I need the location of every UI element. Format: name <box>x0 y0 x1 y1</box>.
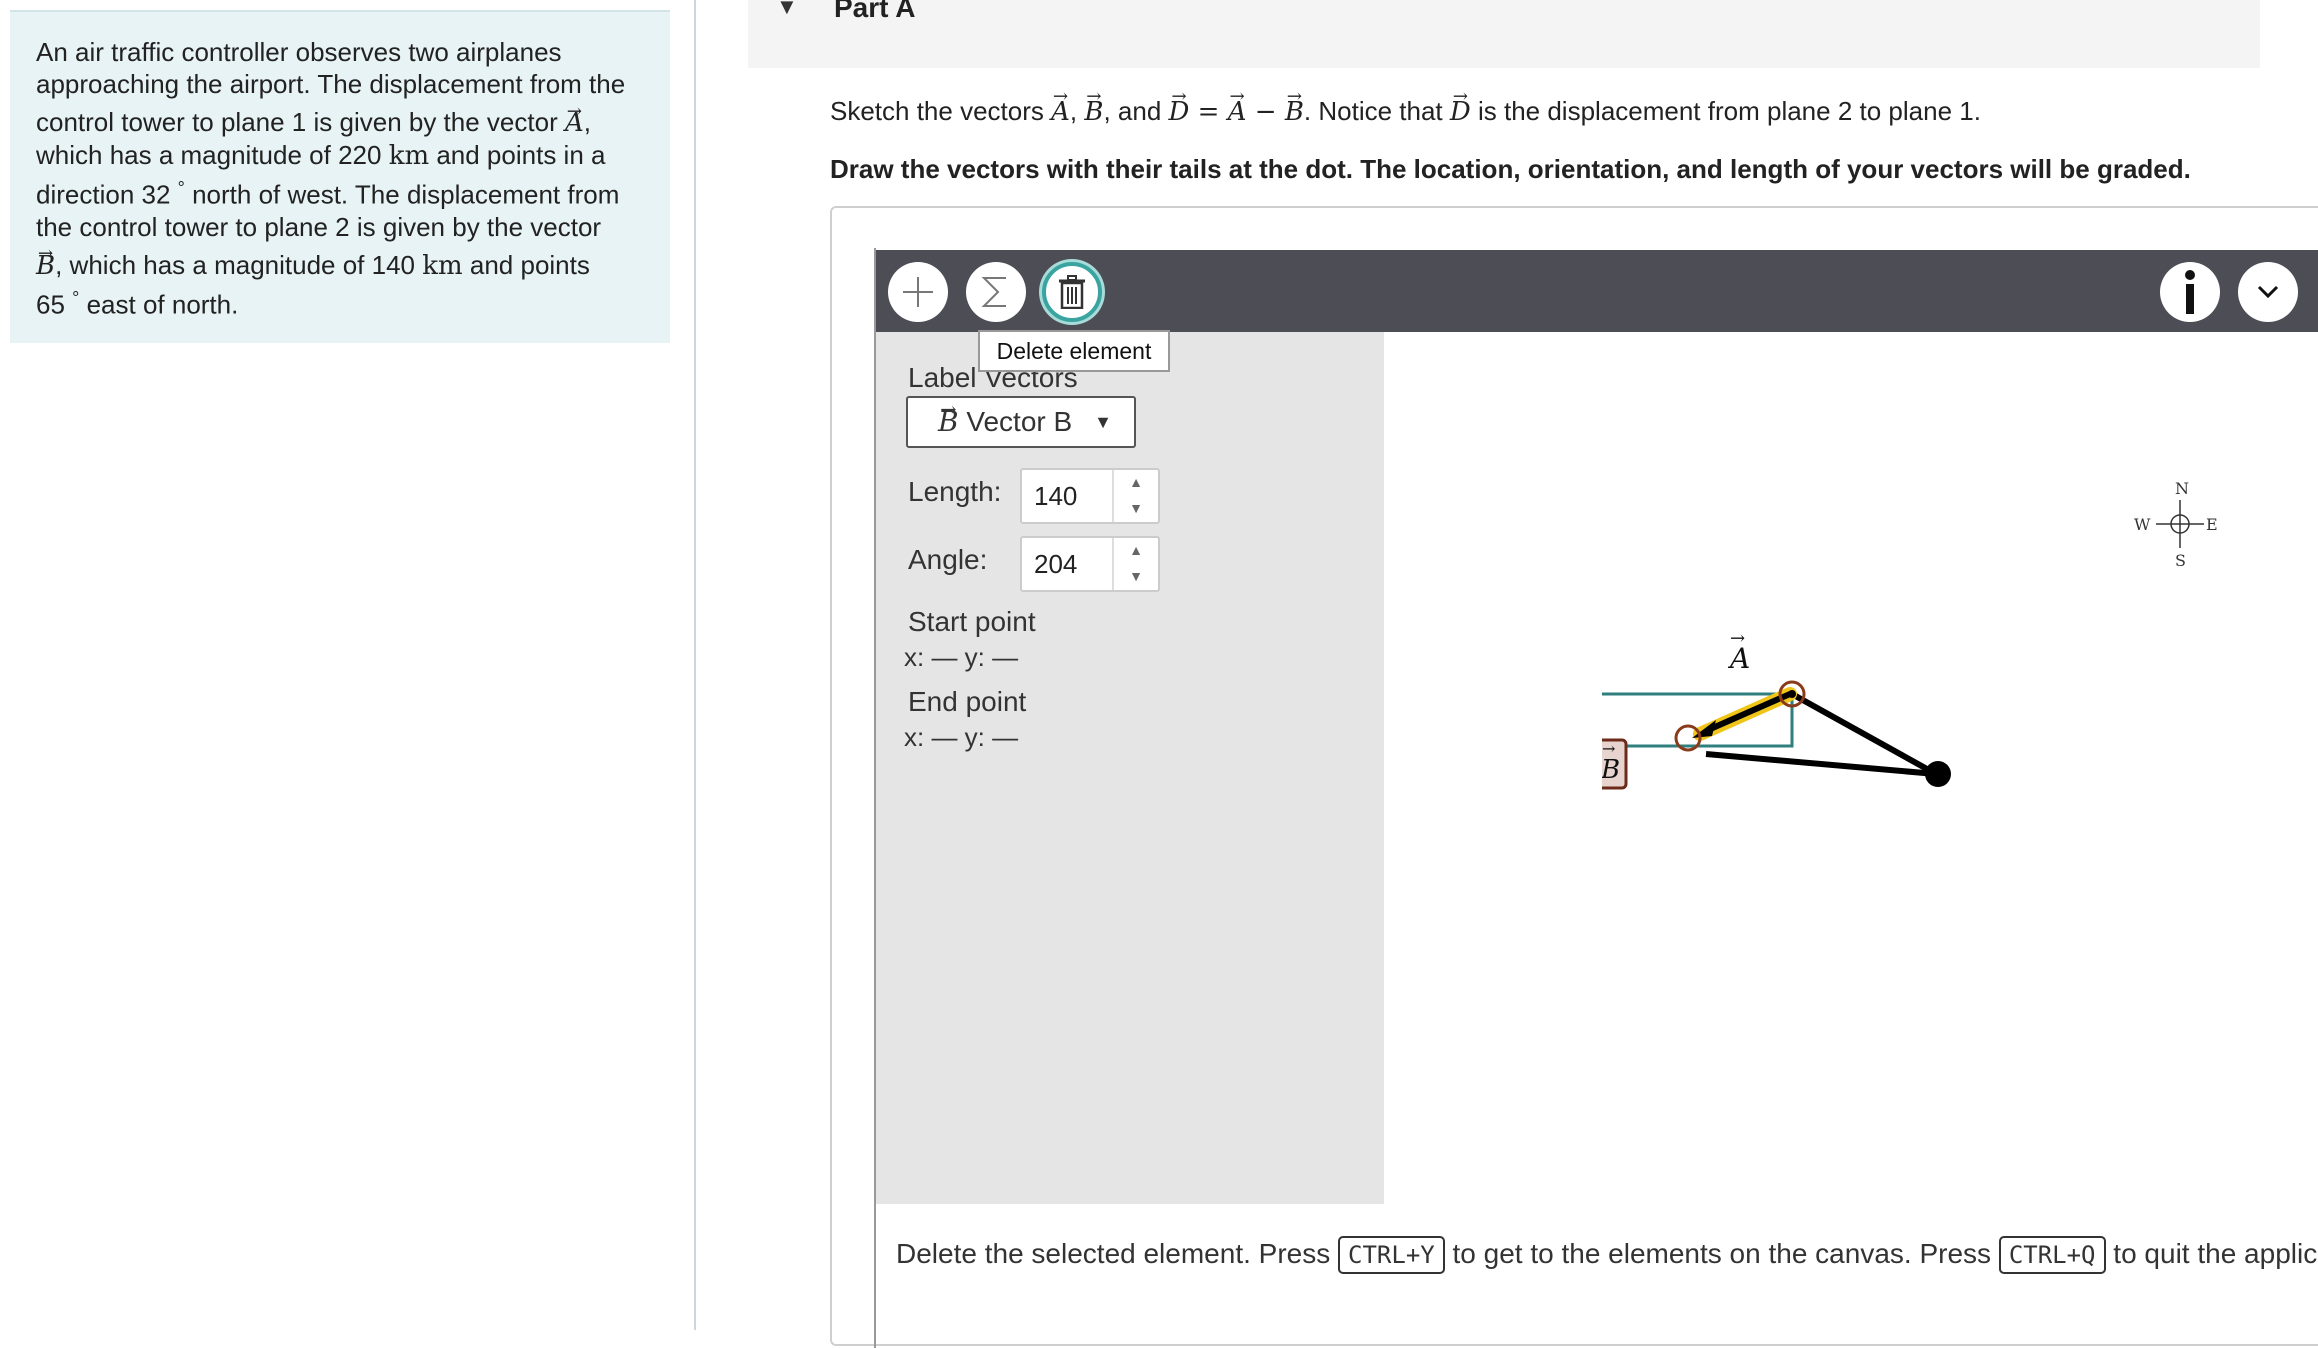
chevron-down-icon <box>2257 285 2279 299</box>
angle-spinner[interactable]: ▲ ▼ <box>1112 538 1158 590</box>
menu-dropdown-button[interactable] <box>2238 262 2298 322</box>
info-button[interactable] <box>2160 262 2220 322</box>
length-input[interactable] <box>1022 470 1114 522</box>
end-point-label: End point <box>908 686 1027 717</box>
sum-vectors-button[interactable] <box>966 262 1026 322</box>
vector-b-arrow-mark: → <box>1602 739 1615 758</box>
spin-down-icon[interactable]: ▼ <box>1114 500 1158 516</box>
problem-line: B, which has a magnitude of 140 km and p… <box>36 249 644 282</box>
angle-stepper[interactable]: ▲ ▼ <box>1020 536 1160 592</box>
vector-b-label[interactable]: B <box>1602 755 1620 785</box>
keyboard-help: Delete the selected element. Press CTRL+… <box>896 1236 2318 1274</box>
sigma-icon <box>981 277 1006 307</box>
drawing-canvas[interactable]: N S E W A → B → <box>1602 438 2272 1108</box>
vector-a-symbol: A <box>565 107 584 139</box>
vector-label-dropdown[interactable]: B Vector B ▼ <box>906 396 1136 448</box>
caret-down-icon: ▼ <box>1094 412 1112 432</box>
vector-toolbar <box>876 250 2318 332</box>
start-point-coords: x: — y: — <box>904 642 1019 672</box>
compass-west: W <box>2134 515 2151 534</box>
problem-line: An air traffic controller observes two a… <box>36 37 562 67</box>
spin-down-icon[interactable]: ▼ <box>1114 568 1158 584</box>
problem-line: 65 ° east of north. <box>36 287 239 320</box>
problem-line: direction 32 ° north of west. The displa… <box>36 178 620 210</box>
angle-label: Angle: <box>908 544 988 575</box>
properties-panel: Label Vectors B Vector B ▼ Length: ▲ ▼ A… <box>876 332 1384 1204</box>
part-header[interactable]: ▼ Part A <box>748 0 2260 68</box>
delete-element-button[interactable] <box>1042 262 1102 322</box>
problem-line: control tower to plane 1 is given by the… <box>36 106 644 139</box>
end-point-coords: x: — y: — <box>904 722 1019 752</box>
compass-rose: N S E W <box>2134 479 2218 570</box>
problem-statement: An air traffic controller observes two a… <box>10 10 670 343</box>
length-stepper[interactable]: ▲ ▼ <box>1020 468 1160 524</box>
origin-dot <box>1925 761 1951 787</box>
length-label: Length: <box>908 476 1002 507</box>
part-title: Part A <box>834 0 916 23</box>
vector-b-line[interactable] <box>1706 691 1792 733</box>
length-spinner[interactable]: ▲ ▼ <box>1112 470 1158 522</box>
vector-b-symbol: B <box>36 250 55 282</box>
compass-south: S <box>2175 551 2186 570</box>
problem-line: approaching the airport. The displacemen… <box>36 69 626 99</box>
kbd-ctrl-q: CTRL+Q <box>1998 1236 2106 1274</box>
vector-a-arrow-mark: → <box>1730 628 1745 649</box>
start-point-label: Start point <box>908 606 1036 637</box>
collapse-chevron-icon[interactable]: ▼ <box>776 0 798 20</box>
instruction-bold: Draw the vectors with their tails at the… <box>830 154 2191 184</box>
spin-up-icon[interactable]: ▲ <box>1114 474 1158 490</box>
compass-north: N <box>2175 479 2189 498</box>
kbd-ctrl-y: CTRL+Y <box>1338 1236 1445 1274</box>
trash-icon <box>1059 275 1085 309</box>
angle-input[interactable] <box>1022 538 1114 590</box>
info-icon <box>2185 270 2195 314</box>
panel-divider <box>694 0 696 1330</box>
vector-b-tail-dot <box>1788 690 1796 698</box>
add-element-button[interactable] <box>888 262 948 322</box>
problem-line: which has a magnitude of 220 km and poin… <box>36 140 606 171</box>
compass-east: E <box>2206 515 2218 534</box>
instruction-text: Sketch the vectors A, B, and D = A − B. … <box>830 96 1981 127</box>
plus-icon <box>903 277 933 307</box>
problem-line: the control tower to plane 2 is given by… <box>36 211 602 242</box>
canvas-svg[interactable]: N S E W A → B → <box>1602 438 2272 1108</box>
delete-tooltip: Delete element <box>978 330 1170 372</box>
spin-up-icon[interactable]: ▲ <box>1114 542 1158 558</box>
